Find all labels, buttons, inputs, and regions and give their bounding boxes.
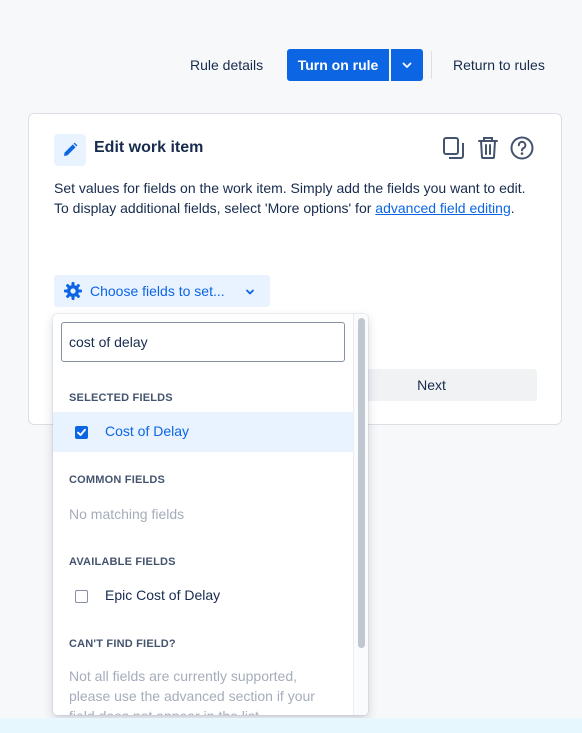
gear-icon	[64, 282, 82, 300]
turn-on-rule-options-button[interactable]	[391, 49, 423, 81]
scrollbar-thumb[interactable]	[358, 318, 365, 648]
help-button[interactable]	[509, 134, 535, 162]
card-title: Edit work item	[94, 139, 204, 156]
choose-fields-label: Choose fields to set...	[90, 283, 225, 299]
available-fields-heading: AVAILABLE FIELDS	[69, 556, 176, 568]
cant-find-field-heading: CAN'T FIND FIELD?	[69, 638, 176, 650]
no-matching-fields-text: No matching fields	[69, 506, 185, 522]
turn-on-rule-button[interactable]: Turn on rule	[287, 49, 389, 81]
trash-icon	[478, 137, 498, 159]
field-option-label: Epic Cost of Delay	[105, 587, 221, 603]
dropdown-scrollbar[interactable]	[353, 314, 368, 715]
return-to-rules-button[interactable]: Return to rules	[445, 49, 553, 81]
choose-fields-button[interactable]: Choose fields to set...	[54, 275, 270, 307]
delete-button[interactable]	[475, 134, 501, 162]
advanced-field-editing-link[interactable]: advanced field editing	[375, 200, 510, 216]
checkbox-empty-icon[interactable]	[75, 590, 88, 603]
edit-icon	[64, 142, 78, 156]
copy-icon	[443, 137, 464, 159]
common-fields-heading: COMMON FIELDS	[69, 474, 166, 486]
description-line-2: To display additional fields, select 'Mo…	[54, 198, 534, 218]
bottom-band	[0, 718, 582, 733]
edit-icon-tile	[54, 134, 86, 166]
description-line-2-suffix: .	[510, 200, 515, 216]
copy-button[interactable]	[441, 134, 467, 162]
field-search-input[interactable]	[61, 322, 345, 362]
rule-header-toolbar: Rule details Turn on rule Return to rule…	[0, 49, 582, 81]
card-description: Set values for fields on the work item. …	[54, 178, 534, 218]
field-option-label: Cost of Delay	[105, 423, 190, 439]
chevron-down-icon	[402, 62, 412, 68]
selected-fields-heading: SELECTED FIELDS	[69, 392, 173, 404]
chevron-down-icon	[246, 289, 254, 295]
choose-fields-dropdown: SELECTED FIELDS Cost of Delay COMMON FIE…	[53, 314, 368, 715]
rule-details-button[interactable]: Rule details	[182, 49, 271, 81]
description-line-1: Set values for fields on the work item. …	[54, 180, 526, 196]
checkbox-checked-icon[interactable]	[75, 426, 88, 439]
field-option-cost-of-delay[interactable]: Cost of Delay	[53, 412, 353, 452]
field-option-epic-cost-of-delay[interactable]: Epic Cost of Delay	[53, 576, 353, 616]
help-icon	[510, 136, 534, 160]
toolbar-divider	[431, 51, 432, 79]
cant-find-field-text: Not all fields are currently supported, …	[69, 668, 315, 715]
description-line-2-text: To display additional fields, select 'Mo…	[54, 200, 376, 216]
